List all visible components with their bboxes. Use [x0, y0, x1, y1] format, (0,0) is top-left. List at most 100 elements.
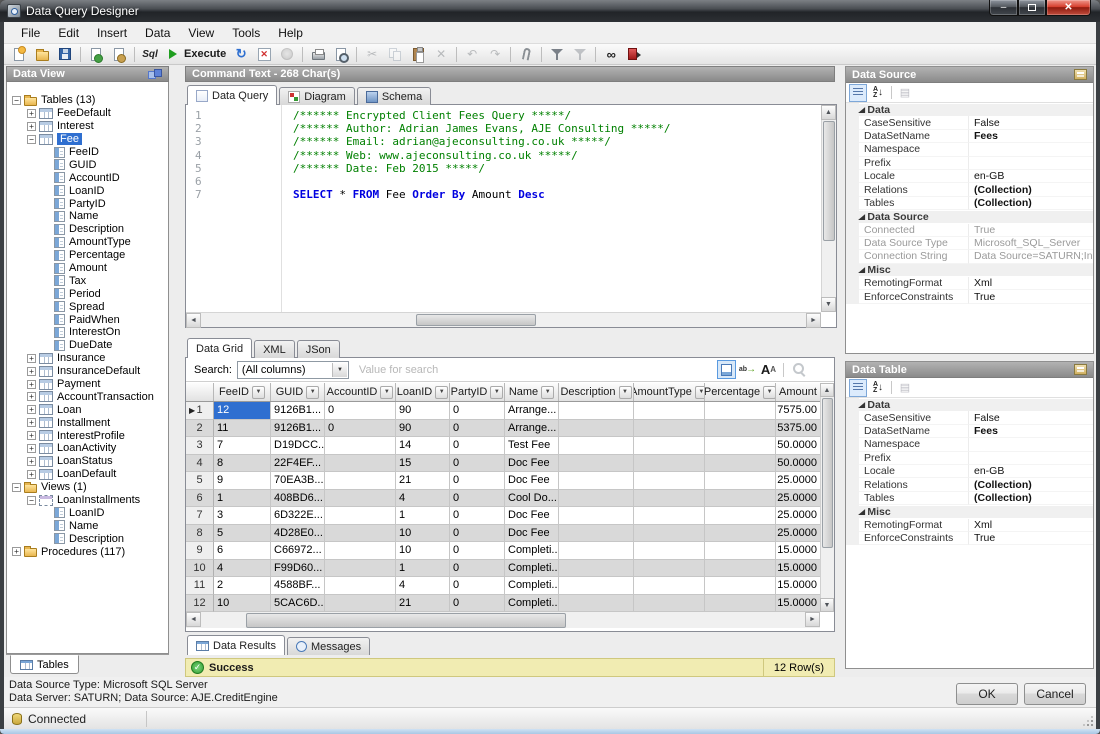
property-value[interactable] [969, 157, 1093, 170]
category-data[interactable]: ◢Data [846, 398, 1093, 411]
table-row[interactable]: 736D322E...10Doc Fee25.0000 [186, 507, 820, 525]
data-table-property-namespace[interactable]: Namespace [846, 438, 1093, 451]
tab-data-grid[interactable]: Data Grid [187, 338, 252, 358]
grid-hscrollbar[interactable]: ◄ ► [186, 612, 820, 628]
menu-edit[interactable]: Edit [49, 24, 88, 42]
menu-tools[interactable]: Tools [223, 24, 269, 42]
property-value[interactable] [969, 452, 1093, 465]
row-header[interactable]: 6 [186, 490, 214, 508]
maximize-button[interactable] [1018, 0, 1046, 16]
grid-cell[interactable]: 50.0000 [776, 437, 820, 455]
property-value[interactable]: Microsoft_SQL_Server [969, 237, 1093, 250]
grid-vscroll-thumb[interactable] [822, 398, 833, 548]
grid-cell[interactable]: 5 [214, 525, 271, 543]
tree-item-partyid[interactable]: PartyID [7, 197, 168, 210]
grid-cell[interactable] [325, 455, 396, 473]
grid-cell[interactable]: 6D322E... [271, 507, 325, 525]
tab-tables[interactable]: Tables [10, 655, 79, 674]
chevron-down-icon[interactable]: ▼ [332, 363, 347, 377]
grid-cell[interactable] [559, 472, 634, 490]
execute-button[interactable]: Execute [162, 45, 229, 64]
filter-dropdown-icon[interactable]: ▼ [490, 386, 503, 399]
filter-button[interactable] [546, 45, 568, 64]
table-row[interactable]: ▶1129126B1...0900Arrange...7575.00 [186, 402, 820, 420]
grid-cell[interactable] [634, 542, 705, 560]
grid-cell[interactable]: F99D60... [271, 560, 325, 578]
grid-cell[interactable]: 0 [450, 525, 505, 543]
table-row[interactable]: 854D28E0...100Doc Fee25.0000 [186, 525, 820, 543]
row-header[interactable]: 7 [186, 507, 214, 525]
data-source-property-enforceconstraints[interactable]: EnforceConstraintsTrue [846, 290, 1093, 303]
grid-cell[interactable]: 0 [450, 507, 505, 525]
row-header[interactable]: 2 [186, 420, 214, 438]
grid-cell[interactable] [559, 420, 634, 438]
expander-icon[interactable]: − [12, 483, 21, 492]
minimize-button[interactable]: – [989, 0, 1018, 16]
grid-cell[interactable]: 15.0000 [776, 542, 820, 560]
grid-cell[interactable] [705, 560, 776, 578]
collapse-icon[interactable]: ◢ [858, 401, 864, 409]
grid-cell[interactable]: 22F4EF... [271, 455, 325, 473]
grid-cell[interactable] [325, 472, 396, 490]
grid-cell[interactable]: 6 [214, 542, 271, 560]
ok-button[interactable]: OK [956, 683, 1018, 705]
property-value[interactable] [969, 143, 1093, 156]
grid-cell[interactable] [634, 472, 705, 490]
categorized-view-icon[interactable] [849, 379, 867, 397]
data-source-property-connected[interactable]: ConnectedTrue [846, 224, 1093, 237]
tree-item-intereston[interactable]: InterestOn [7, 326, 168, 339]
grid-cell[interactable] [325, 542, 396, 560]
grid-cell[interactable]: 408BD6... [271, 490, 325, 508]
data-table-property-locale[interactable]: Localeen-GB [846, 465, 1093, 478]
grid-cell[interactable]: 25.0000 [776, 490, 820, 508]
grid-cell[interactable]: 0 [450, 472, 505, 490]
grid-cell[interactable]: 14 [396, 437, 450, 455]
property-value[interactable]: False [969, 411, 1093, 424]
tree-item-guid[interactable]: GUID [7, 158, 168, 171]
dataset-refresh-button[interactable]: ↻ [230, 45, 252, 64]
column-header-guid[interactable]: GUID▼ [271, 383, 325, 401]
table-row[interactable]: 96C66972...100Completi...15.0000 [186, 542, 820, 560]
grid-cell[interactable] [325, 577, 396, 595]
expander-icon[interactable]: + [27, 457, 36, 466]
grid-cell[interactable] [634, 560, 705, 578]
grid-cell[interactable] [559, 437, 634, 455]
column-header-name[interactable]: Name▼ [505, 383, 559, 401]
grid-cell[interactable] [325, 490, 396, 508]
tree-item-loaninstallments[interactable]: −LoanInstallments [7, 494, 168, 507]
property-value[interactable]: Data Source=SATURN;Initial Cata [969, 250, 1093, 263]
row-header[interactable]: 5 [186, 472, 214, 490]
tree-item-paidwhen[interactable]: PaidWhen [7, 313, 168, 326]
grid-scroll-left-icon[interactable]: ◄ [186, 612, 201, 627]
grid-cell[interactable] [705, 595, 776, 613]
expander-icon[interactable]: + [27, 392, 36, 401]
grid-cell[interactable]: 0 [450, 455, 505, 473]
expander-icon[interactable]: + [27, 354, 36, 363]
grid-cell[interactable]: 4D28E0... [271, 525, 325, 543]
data-table-property-datasetname[interactable]: DataSetNameFees [846, 425, 1093, 438]
grid-cell[interactable]: C66972... [271, 542, 325, 560]
menu-help[interactable]: Help [269, 24, 312, 42]
filter-dropdown-icon[interactable]: ▼ [695, 386, 705, 399]
tab-json[interactable]: JSon [297, 340, 340, 358]
grid-cell[interactable]: 0 [450, 542, 505, 560]
grid-cell[interactable]: 8 [214, 455, 271, 473]
grid-cell[interactable]: 21 [396, 472, 450, 490]
row-header[interactable]: 9 [186, 542, 214, 560]
grid-cell[interactable]: 50.0000 [776, 455, 820, 473]
grid-cell[interactable]: 21 [396, 595, 450, 613]
grid-cell[interactable]: 0 [325, 402, 396, 420]
grid-cell[interactable]: Doc Fee [505, 472, 559, 490]
data-table-property-casesensitive[interactable]: CaseSensitiveFalse [846, 411, 1093, 424]
grid-cell[interactable]: 1 [396, 560, 450, 578]
grid-cell[interactable]: 9126B1... [271, 420, 325, 438]
grid-cell[interactable] [325, 560, 396, 578]
editor-hscroll-thumb[interactable] [416, 314, 536, 326]
open-button[interactable] [31, 45, 53, 64]
menu-view[interactable]: View [179, 24, 223, 42]
menu-file[interactable]: File [12, 24, 49, 42]
collapse-icon[interactable]: ◢ [858, 508, 864, 516]
property-value[interactable]: Xml [969, 277, 1093, 290]
tree-item-period[interactable]: Period [7, 287, 168, 300]
data-source-property-namespace[interactable]: Namespace [846, 143, 1093, 156]
